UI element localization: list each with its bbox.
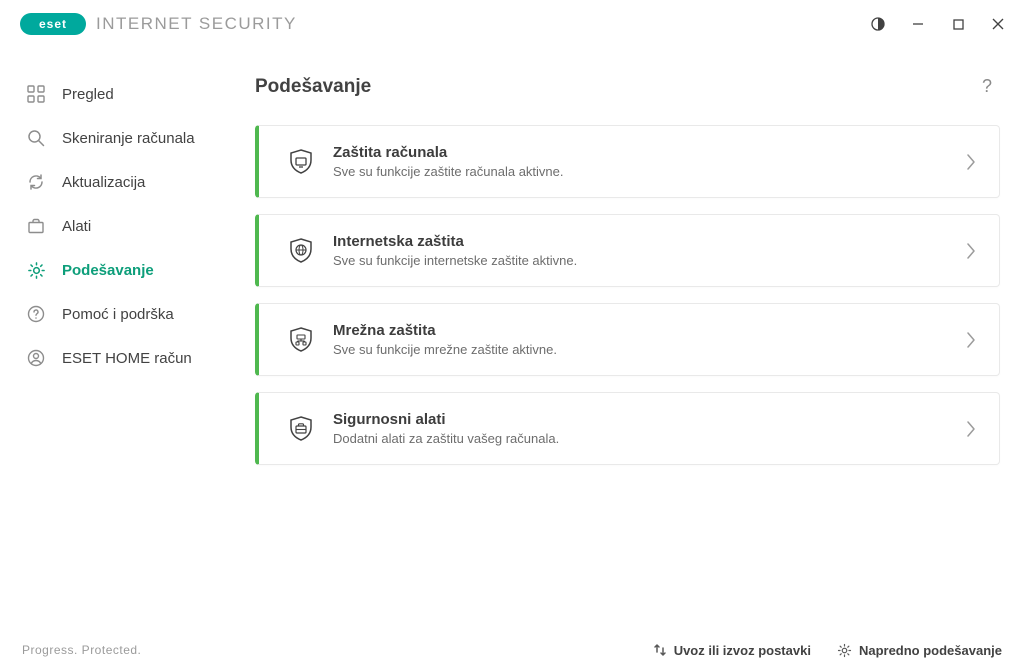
main-content: Podešavanje ? Zaštita računala Sve su fu… bbox=[255, 48, 1024, 630]
chevron-right-icon bbox=[965, 330, 977, 350]
sidebar-item-label: Pomoć i podrška bbox=[62, 306, 174, 323]
card-computer-protection[interactable]: Zaštita računala Sve su funkcije zaštite… bbox=[255, 125, 1000, 198]
shield-briefcase-icon bbox=[277, 414, 325, 444]
card-title: Zaštita računala bbox=[333, 144, 965, 161]
footer-action-label: Uvoz ili izvoz postavki bbox=[674, 643, 811, 658]
briefcase-icon bbox=[26, 216, 46, 236]
theme-toggle-button[interactable] bbox=[860, 9, 896, 39]
card-desc: Sve su funkcije mrežne zaštite aktivne. bbox=[333, 342, 965, 357]
card-body: Zaštita računala Sve su funkcije zaštite… bbox=[333, 144, 965, 179]
sidebar-item-overview[interactable]: Pregled bbox=[0, 72, 255, 116]
chevron-right-icon bbox=[965, 152, 977, 172]
close-button[interactable] bbox=[980, 9, 1016, 39]
sidebar-item-settings[interactable]: Podešavanje bbox=[0, 248, 255, 292]
magnifier-icon bbox=[26, 128, 46, 148]
sidebar-item-label: Aktualizacija bbox=[62, 174, 145, 191]
sidebar-item-label: Pregled bbox=[62, 86, 114, 103]
chevron-right-icon bbox=[965, 419, 977, 439]
import-export-button[interactable]: Uvoz ili izvoz postavki bbox=[653, 643, 811, 658]
page-header: Podešavanje ? bbox=[255, 72, 1000, 101]
footer-actions: Uvoz ili izvoz postavki Napredno podešav… bbox=[653, 643, 1002, 658]
question-circle-icon bbox=[26, 304, 46, 324]
page-title: Podešavanje bbox=[255, 76, 371, 98]
card-body: Sigurnosni alati Dodatni alati za zaštit… bbox=[333, 411, 965, 446]
card-internet-protection[interactable]: Internetska zaštita Sve su funkcije inte… bbox=[255, 214, 1000, 287]
footer: Progress. Protected. Uvoz ili izvoz post… bbox=[0, 630, 1024, 670]
card-body: Internetska zaštita Sve su funkcije inte… bbox=[333, 233, 965, 268]
advanced-settings-button[interactable]: Napredno podešavanje bbox=[837, 643, 1002, 658]
shield-monitor-icon bbox=[277, 147, 325, 177]
shield-globe-icon bbox=[277, 236, 325, 266]
card-title: Sigurnosni alati bbox=[333, 411, 965, 428]
sidebar-item-update[interactable]: Aktualizacija bbox=[0, 160, 255, 204]
product-name: INTERNET SECURITY bbox=[96, 14, 297, 34]
chevron-right-icon bbox=[965, 241, 977, 261]
sidebar-item-tools[interactable]: Alati bbox=[0, 204, 255, 248]
gear-icon bbox=[26, 260, 46, 280]
maximize-button[interactable] bbox=[940, 9, 976, 39]
shield-network-icon bbox=[277, 325, 325, 355]
card-desc: Sve su funkcije zaštite računala aktivne… bbox=[333, 164, 965, 179]
eset-logo-icon: eset bbox=[20, 13, 86, 35]
window-controls bbox=[860, 9, 1016, 39]
help-icon[interactable]: ? bbox=[978, 72, 996, 101]
card-desc: Dodatni alati za zaštitu vašeg računala. bbox=[333, 431, 965, 446]
svg-text:eset: eset bbox=[39, 17, 67, 31]
minimize-button[interactable] bbox=[900, 9, 936, 39]
brand: eset INTERNET SECURITY bbox=[20, 13, 297, 35]
user-circle-icon bbox=[26, 348, 46, 368]
footer-tagline: Progress. Protected. bbox=[22, 643, 141, 657]
refresh-icon bbox=[26, 172, 46, 192]
sidebar-item-label: Podešavanje bbox=[62, 262, 154, 279]
footer-action-label: Napredno podešavanje bbox=[859, 643, 1002, 658]
card-security-tools[interactable]: Sigurnosni alati Dodatni alati za zaštit… bbox=[255, 392, 1000, 465]
card-network-protection[interactable]: Mrežna zaštita Sve su funkcije mrežne za… bbox=[255, 303, 1000, 376]
sidebar: Pregled Skeniranje računala Aktualizacij… bbox=[0, 48, 255, 630]
main-layout: Pregled Skeniranje računala Aktualizacij… bbox=[0, 48, 1024, 630]
card-desc: Sve su funkcije internetske zaštite akti… bbox=[333, 253, 965, 268]
overview-icon bbox=[26, 84, 46, 104]
import-export-icon bbox=[653, 643, 667, 657]
card-title: Internetska zaštita bbox=[333, 233, 965, 250]
sidebar-item-account[interactable]: ESET HOME račun bbox=[0, 336, 255, 380]
sidebar-item-label: ESET HOME račun bbox=[62, 350, 192, 367]
card-body: Mrežna zaštita Sve su funkcije mrežne za… bbox=[333, 322, 965, 357]
gear-icon bbox=[837, 643, 852, 658]
sidebar-item-label: Alati bbox=[62, 218, 91, 235]
sidebar-item-help[interactable]: Pomoć i podrška bbox=[0, 292, 255, 336]
title-bar: eset INTERNET SECURITY bbox=[0, 0, 1024, 48]
settings-cards: Zaštita računala Sve su funkcije zaštite… bbox=[255, 125, 1000, 465]
sidebar-item-label: Skeniranje računala bbox=[62, 130, 195, 147]
sidebar-item-scan[interactable]: Skeniranje računala bbox=[0, 116, 255, 160]
card-title: Mrežna zaštita bbox=[333, 322, 965, 339]
